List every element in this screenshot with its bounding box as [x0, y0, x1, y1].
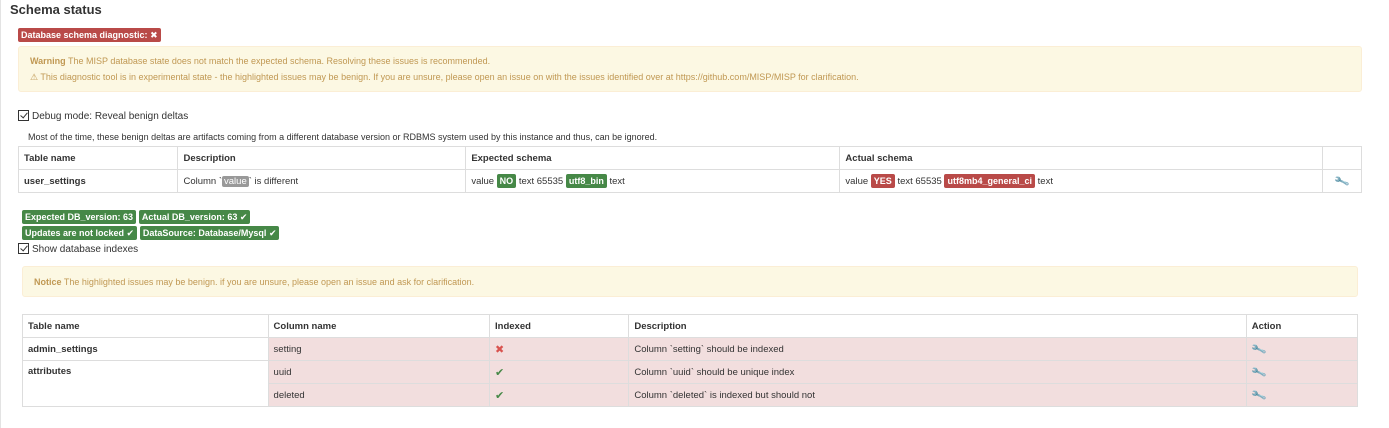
- updates-lock-badge: Updates are not locked ✔: [22, 226, 138, 240]
- header-description: Description: [177, 146, 467, 170]
- cell-actual-schema: value YES text 65535 utf8mb4_general_ci …: [839, 169, 1323, 193]
- schema-diagnostic-badge: Database schema diagnostic: ✖: [18, 28, 161, 42]
- expected-db-version-badge: Expected DB_version: 63: [22, 210, 137, 224]
- experimental-notice: ⚠ This diagnostic tool is in experimenta…: [30, 72, 859, 82]
- cell-column-name: uuid: [267, 360, 491, 384]
- actual-db-version: Actual DB_version: 63: [141, 212, 238, 222]
- desc-prefix: Column `: [183, 175, 223, 187]
- expected-default: text: [609, 176, 625, 187]
- cell-table-name: admin_settings: [22, 337, 269, 361]
- expected-nullable-badge: NO: [496, 174, 517, 188]
- actual-type: text 65535: [897, 176, 942, 187]
- header-column-name: Column name: [267, 314, 491, 338]
- header-actual-schema: Actual schema: [839, 146, 1323, 170]
- wrench-icon[interactable]: 🔧: [1333, 173, 1351, 189]
- cell-description: Column `uuid` should be unique index: [628, 360, 1247, 384]
- header-description: Description: [628, 314, 1247, 338]
- cell-table-name: user_settings: [17, 169, 179, 193]
- table-row: attributes uuid ✔ Column `uuid` should b…: [22, 360, 1359, 407]
- index-diagnostic-table: Table name Column name Indexed Descripti…: [22, 314, 1359, 407]
- expected-column: value: [471, 176, 495, 187]
- debug-mode-checkbox[interactable]: [18, 110, 29, 121]
- check-icon: ✔: [239, 212, 248, 222]
- page-left-border: [0, 0, 1, 428]
- cell-expected-schema: value NO text 65535 utf8_bin text: [465, 169, 841, 193]
- table-row: admin_settings setting ✖ Column `setting…: [22, 337, 1359, 361]
- expected-db-version: Expected DB_version: 63: [25, 212, 134, 222]
- wrench-icon[interactable]: 🔧: [1250, 341, 1267, 357]
- header-table-name: Table name: [22, 314, 269, 338]
- cell-action: 🔧: [1321, 169, 1363, 193]
- show-indexes-toggle[interactable]: Show database indexes: [18, 243, 138, 255]
- warning-message: The MISP database state does not match t…: [65, 56, 491, 66]
- warning-alert: Warning The MISP database state does not…: [18, 46, 1362, 92]
- check-icon: ✔: [126, 228, 135, 238]
- cell-indexed: ✖: [489, 337, 630, 361]
- desc-suffix: ` is different: [248, 175, 299, 187]
- notice-message: The highlighted issues may be benign. if…: [61, 277, 475, 287]
- debug-mode-label: Debug mode: Reveal benign deltas: [32, 111, 189, 122]
- expected-collation-badge: utf8_bin: [565, 174, 607, 188]
- actual-nullable-badge: YES: [870, 174, 895, 188]
- check-icon: ✔: [495, 389, 505, 402]
- header-expected-schema: Expected schema: [465, 146, 841, 170]
- cell-action: 🔧: [1245, 337, 1359, 361]
- schema-diff-table: Table name Description Expected schema A…: [17, 146, 1363, 193]
- cell-column-name: deleted: [267, 383, 491, 407]
- datasource-status: DataSource: Database/Mysql: [142, 228, 267, 238]
- header-action: [1321, 146, 1363, 170]
- times-icon: ✖: [150, 30, 158, 40]
- page-title: Schema status: [10, 2, 102, 17]
- datasource-badge: DataSource: Database/Mysql ✔: [139, 226, 280, 240]
- column-highlight: value: [222, 175, 249, 187]
- show-indexes-label: Show database indexes: [32, 244, 139, 255]
- cell-table-name: attributes: [22, 360, 269, 407]
- debug-mode-toggle[interactable]: Debug mode: Reveal benign deltas: [18, 110, 188, 122]
- debug-mode-hint: Most of the time, these benign deltas ar…: [28, 132, 658, 142]
- cell-description: Column `deleted` is indexed but should n…: [628, 383, 1247, 407]
- notice-label: Notice: [34, 277, 62, 287]
- cell-indexed: ✔: [489, 360, 630, 384]
- header-action: Action: [1245, 314, 1359, 338]
- version-badges: Expected DB_version: 63 Actual DB_versio…: [22, 210, 251, 224]
- warning-label: Warning: [30, 56, 66, 66]
- cell-indexed: ✔: [489, 383, 630, 407]
- check-icon: ✔: [495, 366, 505, 379]
- check-icon: ✔: [268, 228, 277, 238]
- cell-description: Column ` value ` is different: [177, 169, 467, 193]
- wrench-icon[interactable]: 🔧: [1250, 387, 1267, 403]
- updates-lock-status: Updates are not locked: [25, 228, 125, 238]
- cell-column-name: setting: [267, 337, 491, 361]
- header-table-name: Table name: [17, 146, 179, 170]
- header-indexed: Indexed: [489, 314, 630, 338]
- actual-db-version-badge: Actual DB_version: 63 ✔: [138, 210, 251, 224]
- cell-description: Column `setting` should be indexed: [628, 337, 1247, 361]
- schema-diagnostic-label: Database schema diagnostic:: [21, 30, 148, 40]
- index-table-header: Table name Column name Indexed Descripti…: [22, 314, 1359, 338]
- cell-action: 🔧: [1245, 383, 1359, 407]
- cell-action: 🔧: [1245, 360, 1359, 384]
- table-row: user_settings Column ` value ` is differen…: [17, 169, 1363, 193]
- times-icon: ✖: [495, 343, 505, 356]
- notice-alert: Notice The highlighted issues may be ben…: [22, 266, 1358, 297]
- wrench-icon[interactable]: 🔧: [1250, 364, 1267, 380]
- actual-default: text: [1037, 176, 1053, 187]
- actual-collation-badge: utf8mb4_general_ci: [944, 174, 1035, 188]
- schema-diff-header: Table name Description Expected schema A…: [17, 146, 1363, 170]
- show-indexes-checkbox[interactable]: [18, 243, 29, 254]
- status-badges: Updates are not locked ✔ DataSource: Dat…: [22, 226, 280, 240]
- expected-type: text 65535: [518, 176, 564, 187]
- actual-column: value: [845, 176, 869, 187]
